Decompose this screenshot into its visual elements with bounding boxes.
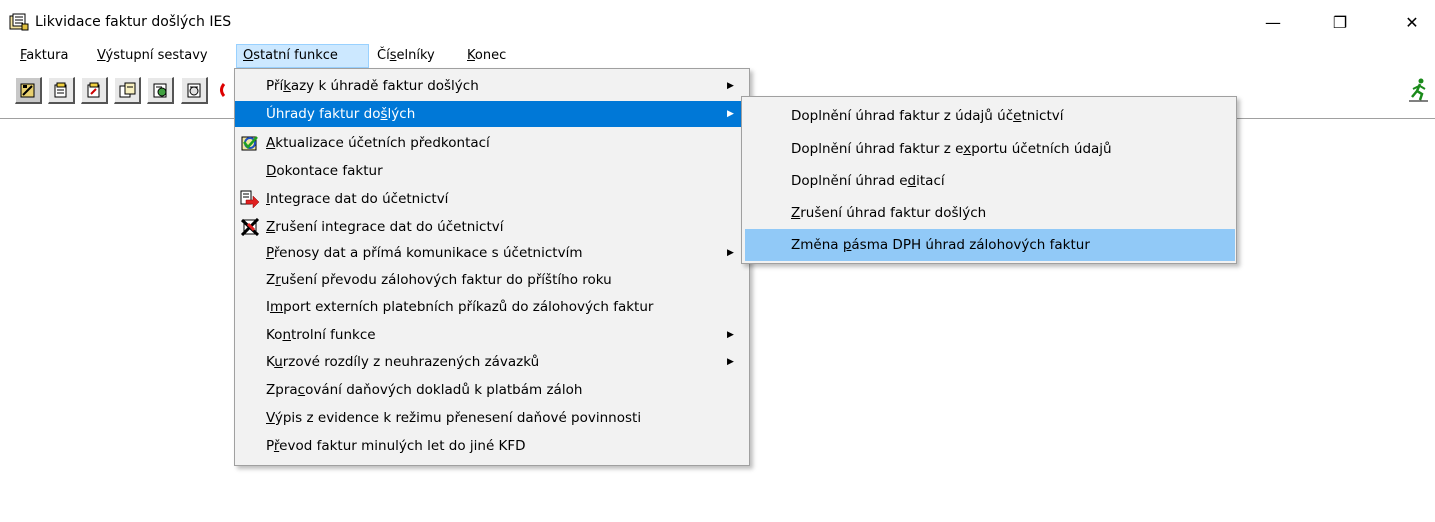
red-arrow-integrate-icon xyxy=(240,190,260,208)
app-window: Likvidace faktur došlých IES — ❐ ✕ Faktu… xyxy=(0,0,1435,522)
dropdown-item-zpracovani[interactable]: Zpracování daňových dokladů k platbám zá… xyxy=(235,377,749,403)
submenu-arrow-icon: ▶ xyxy=(727,81,734,91)
dropdown-item-prevod[interactable]: Převod faktur minulých let do jiné KFD xyxy=(235,433,749,459)
tool-2-icon xyxy=(54,82,67,98)
dropdown-item-import[interactable]: Import externích platebních příkazů do z… xyxy=(235,294,749,320)
dropdown-item-integrace[interactable]: Integrace dat do účetnictví xyxy=(235,186,749,212)
submenu-item-doplneni-export[interactable]: Doplnění úhrad faktur z exportu účetních… xyxy=(745,133,1235,165)
ostatni-funkce-dropdown: Příkazy k úhradě faktur došlých ▶ Úhrady… xyxy=(234,68,750,466)
submenu-arrow-icon: ▶ xyxy=(727,357,734,367)
submenu-item-zmena-pasma-dph[interactable]: Změna pásma DPH úhrad zálohových faktur xyxy=(745,229,1235,261)
submenu-item-doplneni-editaci[interactable]: Doplnění úhrad editací xyxy=(745,165,1235,197)
tool-6-icon xyxy=(187,83,201,98)
dropdown-item-uhrady[interactable]: Úhrady faktur došlých ▶ xyxy=(235,101,749,127)
submenu-item-doplneni-ucetnictvi[interactable]: Doplnění úhrad faktur z údajů účetnictví xyxy=(745,100,1235,132)
menu-faktura[interactable]: Faktura xyxy=(20,44,68,68)
menu-ostatni-funkce[interactable]: Ostatní funkce xyxy=(236,44,369,68)
dropdown-item-vypis[interactable]: Výpis z evidence k režimu přenesení daňo… xyxy=(235,405,749,431)
toolbar-button-1[interactable] xyxy=(15,77,42,104)
dropdown-item-aktualizace[interactable]: Aktualizace účetních předkontací xyxy=(235,130,749,156)
cancel-x-icon xyxy=(240,218,260,236)
dropdown-item-zruseni-integrace[interactable]: Zrušení integrace dat do účetnictví xyxy=(235,214,749,240)
uhrady-submenu: Doplnění úhrad faktur z údajů účetnictví… xyxy=(741,96,1237,264)
tool-1-icon xyxy=(20,83,35,98)
restore-button[interactable]: ❐ xyxy=(1317,0,1363,44)
submenu-item-zruseni-uhrad[interactable]: Zrušení úhrad faktur došlých xyxy=(745,197,1235,229)
submenu-arrow-icon: ▶ xyxy=(727,248,734,258)
menu-vystupni-sestavy[interactable]: Výstupní sestavy xyxy=(97,44,208,68)
close-icon: ✕ xyxy=(1405,12,1419,32)
dropdown-item-kontrolni[interactable]: Kontrolní funkce ▶ xyxy=(235,322,749,348)
red-tool-icon[interactable] xyxy=(218,81,226,99)
dropdown-item-zruseni-prevodu[interactable]: Zrušení převodu zálohových faktur do pří… xyxy=(235,267,749,293)
minimize-icon: — xyxy=(1265,12,1281,32)
close-button[interactable]: ✕ xyxy=(1389,0,1435,44)
restore-icon: ❐ xyxy=(1332,12,1348,32)
dropdown-item-prikazy[interactable]: Příkazy k úhradě faktur došlých ▶ xyxy=(235,73,749,99)
toolbar-button-6[interactable] xyxy=(181,77,208,104)
window-title: Likvidace faktur došlých IES xyxy=(35,14,232,30)
minimize-button[interactable]: — xyxy=(1250,0,1296,44)
dropdown-item-prenosy[interactable]: Přenosy dat a přímá komunikace s účetnic… xyxy=(235,240,749,266)
dropdown-item-kurzove[interactable]: Kurzové rozdíly z neuhrazených závazků ▶ xyxy=(235,349,749,375)
tool-4-icon xyxy=(119,82,136,98)
menu-konec[interactable]: Konec xyxy=(467,44,506,68)
app-icon xyxy=(9,13,29,31)
menu-bar: Faktura Výstupní sestavy Ostatní funkce … xyxy=(0,44,1435,68)
tool-5-icon xyxy=(153,83,167,98)
submenu-arrow-icon: ▶ xyxy=(727,109,734,119)
tool-3-icon xyxy=(87,82,100,98)
submenu-arrow-icon: ▶ xyxy=(727,330,734,340)
running-man-exit-icon[interactable] xyxy=(1408,78,1430,102)
toolbar-button-2[interactable] xyxy=(48,77,75,104)
toolbar-button-5[interactable] xyxy=(147,77,174,104)
toolbar-button-4[interactable] xyxy=(114,77,141,104)
dropdown-item-dokontace[interactable]: Dokontace faktur xyxy=(235,158,749,184)
title-bar[interactable]: Likvidace faktur došlých IES — ❐ ✕ xyxy=(0,0,1435,44)
toolbar-button-3[interactable] xyxy=(81,77,108,104)
menu-ciselniky[interactable]: Číselníky xyxy=(377,44,435,68)
refresh-check-icon xyxy=(241,136,258,151)
